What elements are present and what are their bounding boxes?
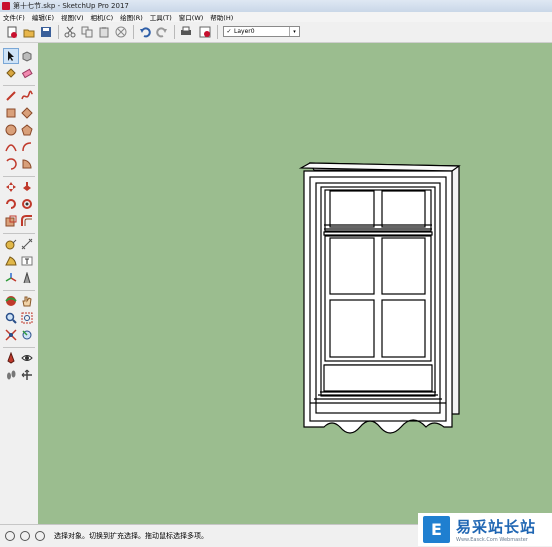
tool-separator xyxy=(3,233,35,234)
tool-separator xyxy=(3,176,35,177)
menu-view[interactable]: 视图(V) xyxy=(58,12,88,22)
window-title: 第十七节.skp - SketchUp Pro 2017 xyxy=(13,2,129,10)
zoom-icon[interactable] xyxy=(4,311,18,325)
watermark-url: Www.Easck.Com Webmaster xyxy=(456,537,528,543)
modeling-viewport[interactable] xyxy=(38,43,552,524)
3d-text-icon[interactable] xyxy=(20,271,34,285)
status-message: 选择对象。切换到扩充选择。拖动鼠标选择多项。 xyxy=(54,532,208,540)
previous-view-icon[interactable] xyxy=(20,328,34,342)
select-arrow-icon[interactable] xyxy=(3,48,19,64)
position-camera-icon[interactable] xyxy=(4,351,18,365)
toolbar-separator xyxy=(58,25,59,39)
chevron-down-icon[interactable]: ▾ xyxy=(289,27,299,36)
zoom-extents-icon[interactable] xyxy=(4,328,18,342)
paste-icon[interactable] xyxy=(97,25,111,39)
freehand-icon[interactable] xyxy=(20,89,34,103)
polygon-icon[interactable] xyxy=(20,123,34,137)
rectangle-icon[interactable] xyxy=(4,106,18,120)
new-file-icon[interactable] xyxy=(5,25,19,39)
axes-icon[interactable] xyxy=(4,271,18,285)
eraser-icon[interactable] xyxy=(20,66,34,80)
open-file-icon[interactable] xyxy=(22,25,36,39)
copy-icon[interactable] xyxy=(80,25,94,39)
menu-draw[interactable]: 绘图(R) xyxy=(117,12,147,22)
menu-edit[interactable]: 编辑(E) xyxy=(29,12,58,22)
two-point-arc-icon[interactable] xyxy=(20,140,34,154)
sketchup-app-icon xyxy=(2,2,10,10)
watermark-name: 易采站长站 xyxy=(456,518,537,536)
help-info-icon[interactable] xyxy=(35,531,45,541)
zoom-window-icon[interactable] xyxy=(20,311,34,325)
dimension-icon[interactable] xyxy=(20,237,34,251)
rotate-icon[interactable] xyxy=(4,197,18,211)
cut-icon[interactable] xyxy=(63,25,77,39)
watermark-text: 易采站长站 Www.Easck.Com Webmaster xyxy=(456,516,536,543)
arc-icon[interactable] xyxy=(4,140,18,154)
menu-bar: 文件(F) 编辑(E) 视图(V) 相机(C) 绘图(R) 工具(T) 窗口(W… xyxy=(0,12,552,22)
toolbar-separator xyxy=(133,25,134,39)
pan-hand-icon[interactable] xyxy=(20,294,34,308)
menu-window[interactable]: 窗口(W) xyxy=(176,12,208,22)
layer-visible-check: ✓ xyxy=(226,28,232,35)
move-icon[interactable] xyxy=(4,180,18,194)
walk-footprints-icon[interactable] xyxy=(4,368,18,382)
large-tool-set xyxy=(0,43,39,524)
rotated-rectangle-icon[interactable] xyxy=(20,106,34,120)
scale-icon[interactable] xyxy=(4,214,18,228)
layer-dropdown[interactable]: ✓ Layer0 ▾ xyxy=(223,26,300,37)
look-around-eye-icon[interactable] xyxy=(20,351,34,365)
tool-separator xyxy=(3,290,35,291)
credits-icon[interactable] xyxy=(20,531,30,541)
save-icon[interactable] xyxy=(39,25,53,39)
component-icon[interactable] xyxy=(20,49,34,63)
menu-file[interactable]: 文件(F) xyxy=(0,12,29,22)
toolbar-separator xyxy=(217,25,218,39)
protractor-icon[interactable] xyxy=(4,254,18,268)
line-pencil-icon[interactable] xyxy=(4,89,18,103)
geo-location-icon[interactable] xyxy=(5,531,15,541)
menu-camera[interactable]: 相机(C) xyxy=(88,12,118,22)
text-icon[interactable] xyxy=(20,254,34,268)
section-plane-icon[interactable] xyxy=(20,368,34,382)
layer-name: Layer0 xyxy=(234,28,255,35)
menu-tools[interactable]: 工具(T) xyxy=(147,12,176,22)
pie-icon[interactable] xyxy=(20,157,34,171)
circle-icon[interactable] xyxy=(4,123,18,137)
toolbar-separator xyxy=(174,25,175,39)
redo-icon[interactable] xyxy=(155,25,169,39)
watermark: E 易采站长站 Www.Easck.Com Webmaster xyxy=(418,513,552,546)
window-model[interactable] xyxy=(38,43,552,524)
paint-bucket-icon[interactable] xyxy=(4,66,18,80)
orbit-icon[interactable] xyxy=(4,294,18,308)
watermark-logo: E xyxy=(423,516,450,543)
tool-separator xyxy=(3,85,35,86)
undo-icon[interactable] xyxy=(138,25,152,39)
menu-help[interactable]: 帮助(H) xyxy=(207,12,237,22)
erase-icon[interactable] xyxy=(114,25,128,39)
follow-me-icon[interactable] xyxy=(20,197,34,211)
three-point-arc-icon[interactable] xyxy=(4,157,18,171)
model-info-icon[interactable] xyxy=(198,25,212,39)
offset-icon[interactable] xyxy=(20,214,34,228)
tape-measure-icon[interactable] xyxy=(4,237,18,251)
print-icon[interactable] xyxy=(179,25,193,39)
tool-separator xyxy=(3,347,35,348)
push-pull-icon[interactable] xyxy=(20,180,34,194)
